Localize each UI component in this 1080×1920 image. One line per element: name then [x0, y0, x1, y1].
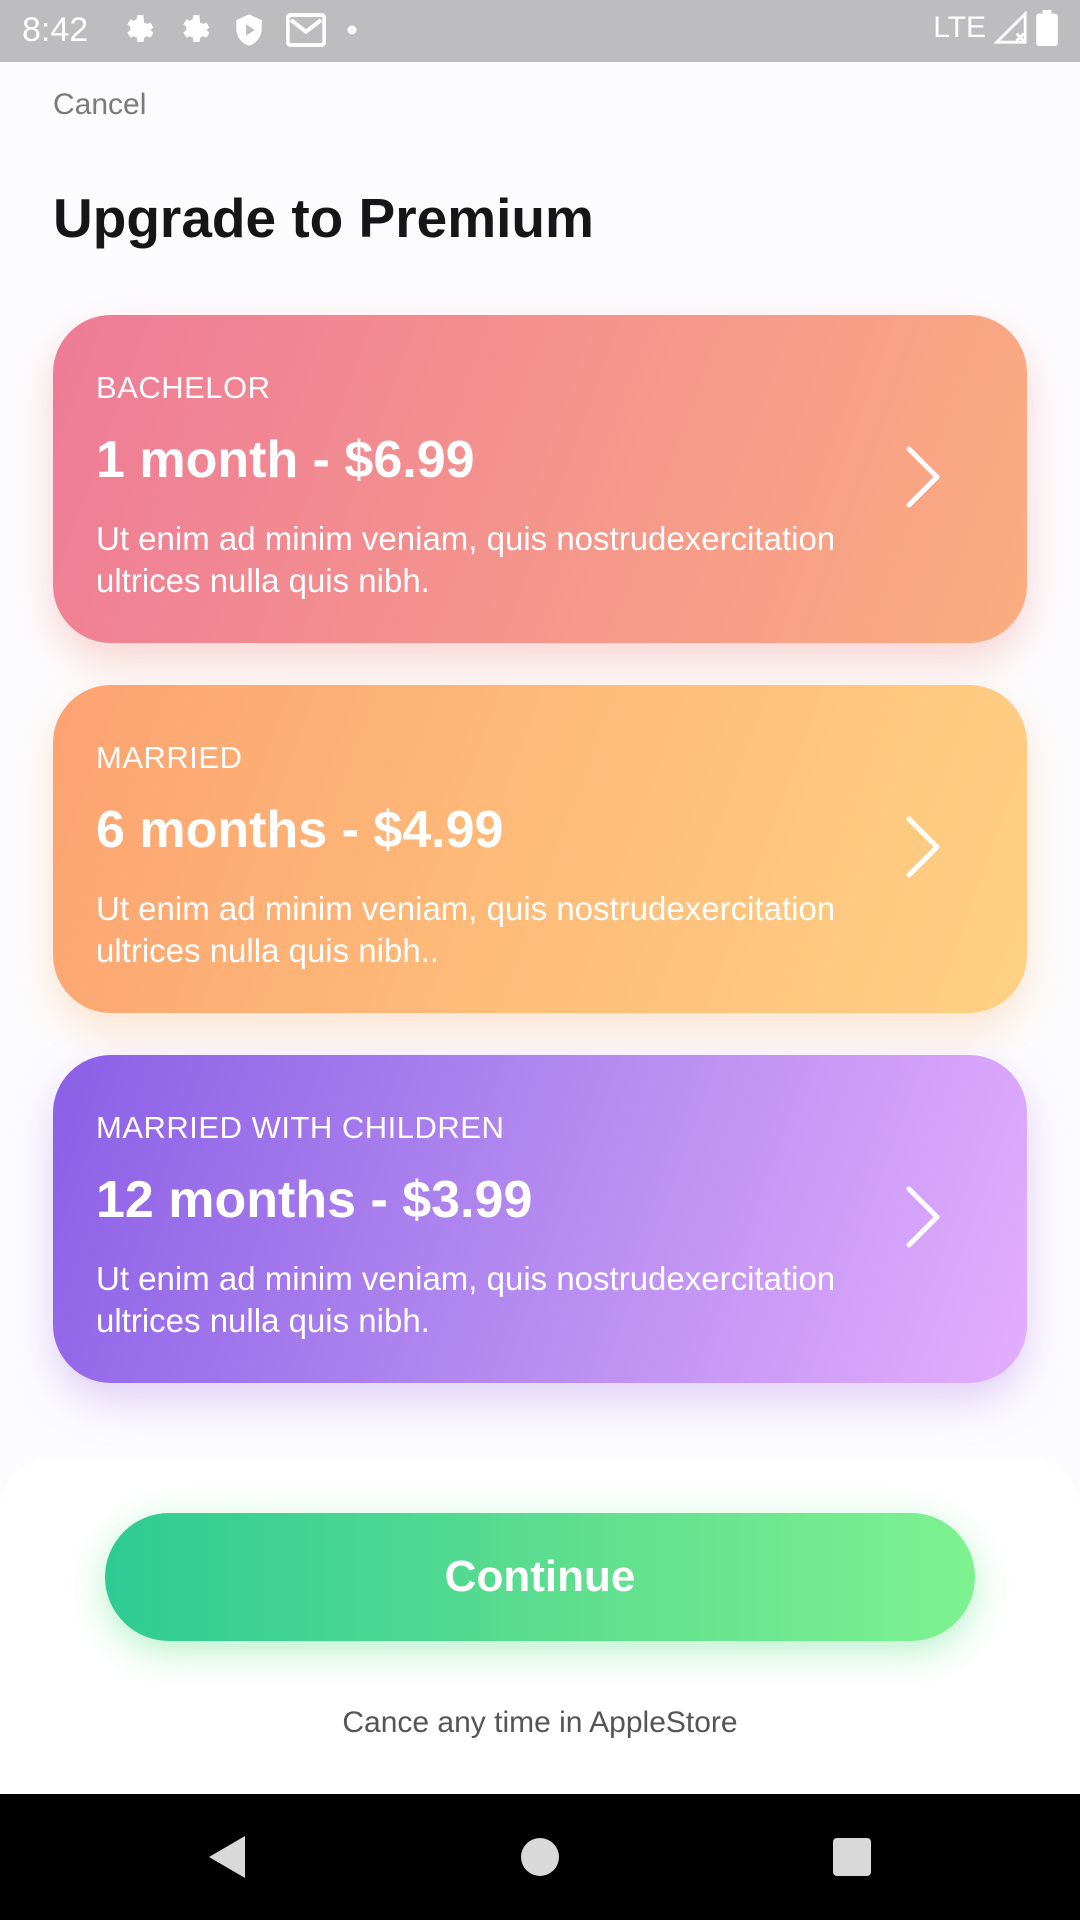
page-title: Upgrade to Premium [53, 187, 594, 249]
chevron-right-icon [906, 446, 940, 508]
shield-icon [236, 14, 262, 46]
plan-card-married[interactable]: MARRIED 6 months - $4.99 Ut enim ad mini… [53, 685, 1027, 1013]
gear-icon [183, 15, 210, 43]
plan-price: 6 months - $4.99 [96, 801, 504, 859]
notification-icons [120, 12, 358, 48]
plan-label: MARRIED [96, 740, 243, 775]
plan-description: Ut enim ad minim veniam, quis nostrudexe… [96, 890, 836, 969]
back-icon[interactable] [205, 1832, 249, 1882]
chevron-right-icon [906, 1186, 940, 1248]
plan-description: Ut enim ad minim veniam, quis nostrudexe… [96, 1260, 836, 1339]
signal-icon [994, 11, 1027, 44]
plan-label: BACHELOR [96, 370, 271, 405]
status-time: 8:42 [22, 11, 89, 49]
home-icon[interactable] [518, 1832, 562, 1882]
system-status: LTE [933, 10, 1058, 46]
cancel-note: Cance any time in AppleStore [342, 1706, 738, 1739]
status-bar: 8:42 LTE [0, 0, 1080, 62]
plan-description: Ut enim ad minim veniam, quis nostrudexe… [96, 520, 836, 599]
system-nav-bar [0, 1794, 1080, 1920]
gear-icon [127, 15, 154, 43]
recents-icon[interactable] [830, 1832, 874, 1882]
battery-icon [1036, 10, 1058, 46]
plan-price: 12 months - $3.99 [96, 1171, 533, 1229]
plan-card-bachelor[interactable]: BACHELOR 1 month - $6.99 Ut enim ad mini… [53, 315, 1027, 643]
continue-button[interactable]: Continue [105, 1513, 975, 1641]
plan-price: 1 month - $6.99 [96, 431, 475, 489]
network-type: LTE [933, 11, 986, 44]
cancel-button[interactable]: Cancel [53, 88, 146, 122]
dot-icon [347, 25, 357, 35]
plan-label: MARRIED WITH CHILDREN [96, 1110, 505, 1145]
mail-icon [286, 13, 326, 47]
plan-card-married-with-children[interactable]: MARRIED WITH CHILDREN 12 months - $3.99 … [53, 1055, 1027, 1383]
chevron-right-icon [906, 816, 940, 878]
